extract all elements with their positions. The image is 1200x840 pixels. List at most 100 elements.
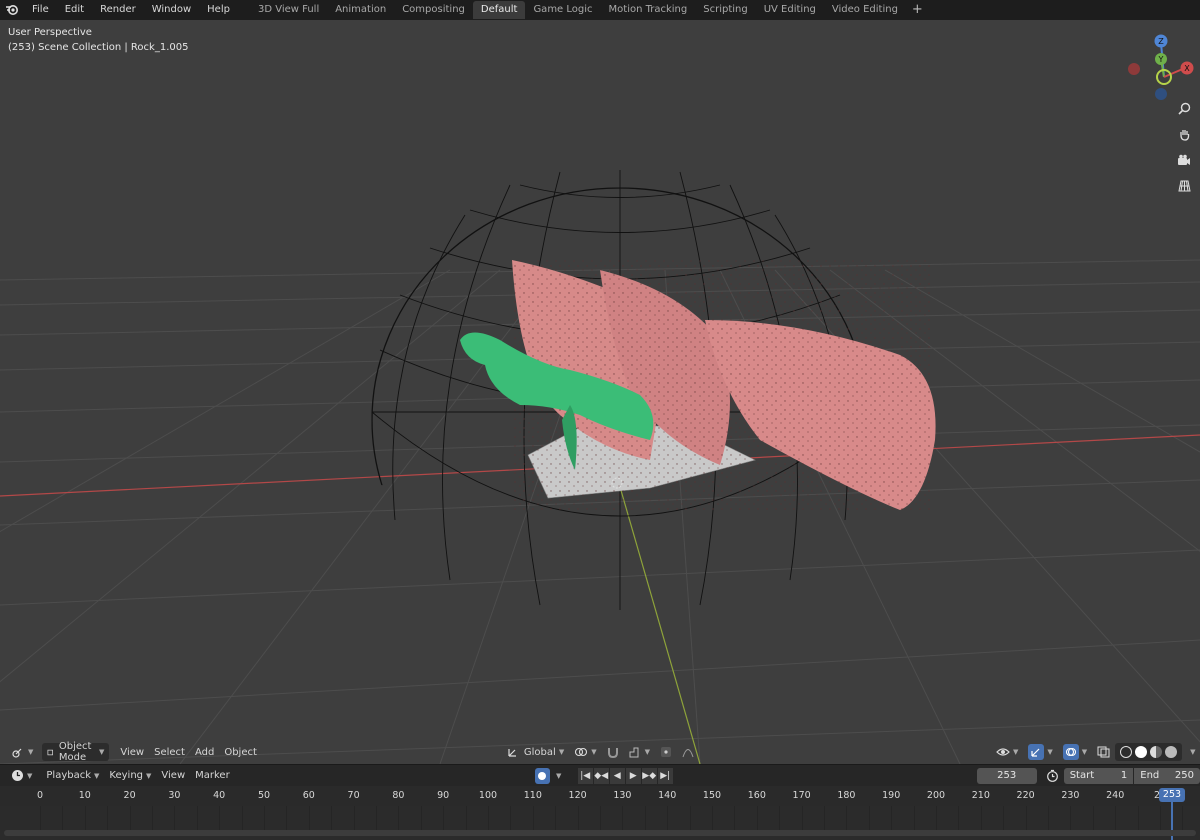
solid-shading-icon[interactable]: [1135, 746, 1148, 758]
timeline-grid-line: [1003, 806, 1005, 832]
record-group: ▼: [534, 767, 564, 784]
timeline-grid-line: [555, 806, 557, 832]
preview-range-toggle[interactable]: [1041, 767, 1064, 785]
ruler-tick-label: 40: [213, 790, 226, 801]
menu-add[interactable]: Add: [190, 743, 219, 761]
material-shading-icon[interactable]: [1150, 746, 1163, 758]
timeline-grid-line: [644, 806, 646, 832]
overlays-toggle[interactable]: ▼: [1058, 743, 1092, 761]
gizmo-icon: [1028, 744, 1045, 760]
menu-render[interactable]: Render: [92, 0, 144, 20]
timeline-grid-line: [712, 806, 713, 832]
playhead-frame-label[interactable]: 253: [1159, 788, 1185, 802]
playback-controls: |◀ ◆◀ ◀ ▶ ▶◆ ▶|: [577, 767, 673, 784]
current-frame-field[interactable]: 253: [976, 767, 1037, 784]
ruler-tick-label: 0: [36, 790, 44, 801]
gizmo-toggle[interactable]: ▼: [1023, 743, 1057, 761]
ruler-tick-label: 80: [392, 790, 405, 801]
timeline-grid-line: [129, 806, 131, 832]
next-keyframe-icon[interactable]: ▶◆: [641, 767, 657, 784]
xray-toggle[interactable]: [1092, 743, 1115, 761]
start-frame-field[interactable]: Start 1: [1063, 767, 1134, 784]
falloff-dropdown[interactable]: [677, 743, 699, 761]
timeline-grid-line: [1070, 806, 1072, 832]
menu-file[interactable]: File: [24, 0, 57, 20]
ruler-tick-label: 230: [1061, 790, 1080, 801]
timeline-editor-type-button[interactable]: ▼: [6, 767, 37, 785]
menu-select[interactable]: Select: [149, 743, 190, 761]
timeline-ruler[interactable]: 0 10 20 30 40 50 60 70 80 90 100 110 120 130 140 150 160…: [0, 786, 1200, 806]
chevron-down-icon: ▼: [591, 748, 597, 756]
zoom-icon[interactable]: [1174, 98, 1194, 118]
chevron-down-icon: ▼: [94, 771, 100, 780]
tab-3d-view-full[interactable]: 3D View Full: [250, 1, 327, 19]
timeline-grid-line: [353, 806, 355, 832]
keying-options-dropdown[interactable]: ▼: [554, 768, 564, 784]
menu-keying-label: Keying: [109, 770, 143, 781]
timeline-grid-line: [196, 806, 198, 832]
tab-animation[interactable]: Animation: [327, 1, 394, 19]
add-workspace-button[interactable]: +: [906, 1, 929, 19]
camera-view-icon[interactable]: [1174, 150, 1194, 170]
snap-toggle[interactable]: [602, 743, 624, 761]
blender-logo-icon[interactable]: [0, 0, 24, 20]
orthographic-grid-icon[interactable]: [1174, 176, 1194, 196]
orientation-label: Global: [523, 746, 556, 758]
play-reverse-icon[interactable]: ◀: [609, 767, 625, 784]
ruler-tick-label: 240: [1106, 790, 1125, 801]
gizmo-neg-y-icon: [1155, 88, 1167, 100]
shading-options-dropdown[interactable]: ▼: [1182, 743, 1200, 761]
menu-view[interactable]: View: [115, 743, 149, 761]
proportional-edit-toggle[interactable]: [655, 743, 677, 761]
end-frame-value: 250: [1174, 770, 1194, 781]
prev-keyframe-icon[interactable]: ◆◀: [593, 767, 609, 784]
transform-orientation-dropdown[interactable]: Global ▼: [502, 743, 569, 761]
timeline-scrollbar[interactable]: [4, 830, 1196, 836]
object-mode-icon: [47, 749, 54, 755]
viewport-scene: [0, 170, 1200, 764]
jump-start-icon[interactable]: |◀: [577, 767, 593, 784]
tab-compositing[interactable]: Compositing: [394, 1, 473, 19]
chevron-down-icon: ▼: [1190, 748, 1196, 756]
timeline-grid-line: [510, 806, 512, 832]
tab-motion-tracking[interactable]: Motion Tracking: [601, 1, 696, 19]
pivot-point-dropdown[interactable]: ▼: [569, 743, 601, 761]
menu-timeline-view[interactable]: View: [156, 767, 190, 785]
ruler-tick-label: 50: [257, 790, 271, 801]
3d-viewport[interactable]: User Perspective (253) Scene Collection …: [0, 20, 1200, 764]
menu-keying[interactable]: Keying ▼: [104, 767, 156, 785]
timeline-grid-line: [107, 806, 109, 832]
timeline-grid-line: [152, 806, 153, 832]
pan-hand-icon[interactable]: [1174, 124, 1194, 144]
menu-playback[interactable]: Playback ▼: [41, 767, 104, 785]
timeline-grid-line: [622, 806, 624, 832]
jump-end-icon[interactable]: ▶|: [657, 767, 673, 784]
end-frame-field[interactable]: End 250: [1134, 767, 1200, 784]
tab-uv-editing[interactable]: UV Editing: [756, 1, 824, 19]
tab-scripting[interactable]: Scripting: [695, 1, 755, 19]
auto-keying-button[interactable]: [534, 767, 550, 784]
eye-icon: [996, 748, 1010, 756]
object-mode-dropdown[interactable]: Object Mode ▼: [42, 741, 110, 763]
menu-help[interactable]: Help: [199, 0, 238, 20]
magnet-icon: [607, 748, 618, 758]
tab-game-logic[interactable]: Game Logic: [525, 1, 600, 19]
menu-window[interactable]: Window: [144, 0, 199, 20]
xray-icon: [1097, 746, 1110, 758]
wireframe-shading-icon[interactable]: [1120, 746, 1133, 758]
ruler-tick-label: 140: [658, 790, 677, 801]
tab-video-editing[interactable]: Video Editing: [824, 1, 906, 19]
visibility-dropdown[interactable]: ▼: [991, 743, 1023, 761]
overlays-icon: [1062, 744, 1079, 760]
rendered-shading-icon[interactable]: [1165, 746, 1178, 758]
start-frame-label: Start: [1069, 770, 1095, 781]
menu-object[interactable]: Object: [219, 743, 262, 761]
viewport-header: ▼ Object Mode ▼ View Select Add Object G…: [0, 741, 1200, 763]
y-axis-line: [617, 479, 701, 764]
menu-marker[interactable]: Marker: [190, 767, 235, 785]
editor-type-button[interactable]: ▼: [6, 743, 38, 761]
menu-edit[interactable]: Edit: [57, 0, 92, 20]
snap-target-dropdown[interactable]: ▼: [624, 743, 655, 761]
tab-default[interactable]: Default: [472, 1, 526, 19]
play-icon[interactable]: ▶: [625, 767, 641, 784]
